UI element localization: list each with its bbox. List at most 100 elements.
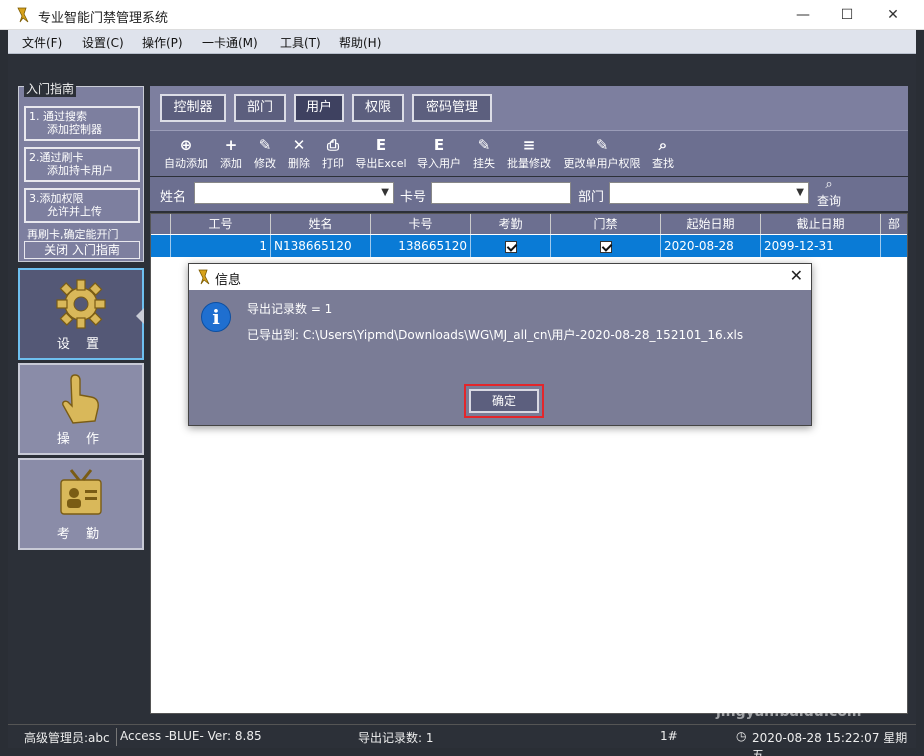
report-loss-icon: ✎ <box>477 136 491 154</box>
edit-button[interactable]: ✎ 修改 <box>250 135 280 175</box>
auto-add-icon: ⊕ <box>179 136 193 154</box>
print-label: 打印 <box>322 157 344 170</box>
import-user-icon: E <box>433 136 445 154</box>
menu-file[interactable]: 文件(F) <box>22 34 62 51</box>
dialog-close-button[interactable]: ✕ <box>790 266 803 285</box>
query-button[interactable]: ⌕ 查询 <box>812 178 846 210</box>
guide-step2-line2: 添加持卡用户 <box>47 164 113 177</box>
add-label: 添加 <box>220 157 242 170</box>
export-excel-icon: E <box>375 136 387 154</box>
status-bar: 高级管理员:abc Access -BLUE- Ver: 8.85 导出记录数:… <box>8 724 916 756</box>
menu-settings[interactable]: 设置(C) <box>82 34 124 51</box>
status-datetime: 2020-08-28 15:22:07 星期五 <box>752 731 908 756</box>
menu-bar: 文件(F) 设置(C) 操作(P) 一卡通(M) 工具(T) 帮助(H) <box>8 30 916 54</box>
tab-permissions[interactable]: 权限 <box>352 94 404 122</box>
guide-step3-line1: 3.添加权限 <box>29 192 84 205</box>
module-tabs: 控制器 部门 用户 权限 密码管理 <box>150 86 908 130</box>
access-checkbox[interactable] <box>599 240 612 253</box>
menu-tools[interactable]: 工具(T) <box>280 34 321 51</box>
change-user-permission-button[interactable]: ✎ 更改单用户权限 <box>560 135 644 175</box>
table-row[interactable]: 1 N138665120 138665120 2020-08-28 2099-1… <box>151 235 907 257</box>
user-permission-icon: ✎ <box>595 136 609 154</box>
status-export-info: 导出记录数: 1 <box>358 731 434 745</box>
find-button[interactable]: ⌕ 查找 <box>648 135 678 175</box>
pencil-icon: ✎ <box>258 136 272 154</box>
tab-password-management[interactable]: 密码管理 <box>412 94 492 122</box>
grid-header-start-date[interactable]: 起始日期 <box>661 214 761 234</box>
card-filter-input[interactable] <box>431 182 571 204</box>
cell-name: N138665120 <box>271 235 371 257</box>
grid-header-selector <box>151 214 171 234</box>
sidebar-attendance-button[interactable]: 考 勤 <box>18 458 144 550</box>
menu-operate[interactable]: 操作(P) <box>142 34 183 51</box>
guide-step1-line2: 添加控制器 <box>47 123 102 136</box>
chevron-down-icon[interactable]: ▼ <box>381 183 389 203</box>
report-loss-button[interactable]: ✎ 挂失 <box>468 135 500 175</box>
cell-start-date: 2020-08-28 <box>661 235 761 257</box>
minimize-button[interactable]: — <box>780 0 826 30</box>
clock-icon: ◷ <box>736 729 747 743</box>
sidebar-operate-button[interactable]: 操 作 <box>18 363 144 455</box>
delete-button[interactable]: ✕ 删除 <box>284 135 314 175</box>
change-user-permission-label: 更改单用户权限 <box>563 157 641 170</box>
report-loss-label: 挂失 <box>473 157 495 170</box>
auto-add-button[interactable]: ⊕ 自动添加 <box>162 135 210 175</box>
batch-edit-icon: ≡ <box>522 136 536 154</box>
find-label: 查找 <box>652 157 674 170</box>
watermark-logo: Baidu经验 <box>708 674 844 704</box>
grid-header-id[interactable]: 工号 <box>171 214 271 234</box>
menu-help[interactable]: 帮助(H) <box>339 34 381 51</box>
window-title: 专业智能门禁管理系统 <box>38 11 169 26</box>
status-port: 1# <box>660 729 678 743</box>
maximize-button[interactable]: ☐ <box>824 0 870 30</box>
row-selector[interactable] <box>151 235 171 257</box>
tab-users[interactable]: 用户 <box>294 94 344 122</box>
watermark-url: jingyan.baidu.com <box>716 704 862 720</box>
name-filter-label: 姓名 <box>160 190 187 205</box>
guide-step-add-permission[interactable]: 3.添加权限 允许并上传 <box>24 188 140 223</box>
dialog-title: 信息 <box>215 273 242 288</box>
tab-controllers[interactable]: 控制器 <box>160 94 226 122</box>
dept-filter-combobox[interactable]: ▼ <box>609 182 809 204</box>
search-icon: ⌕ <box>658 136 668 154</box>
search-icon: ⌕ <box>825 177 833 192</box>
name-filter-combobox[interactable]: ▼ <box>194 182 394 204</box>
add-button[interactable]: + 添加 <box>216 135 246 175</box>
sidebar-settings-button[interactable]: 设 置 <box>18 268 144 360</box>
chevron-down-icon[interactable]: ▼ <box>796 183 804 203</box>
grid-header-attendance[interactable]: 考勤 <box>471 214 551 234</box>
cell-id: 1 <box>171 235 271 257</box>
grid-header-name[interactable]: 姓名 <box>271 214 371 234</box>
guide-step-search-controller[interactable]: 1. 通过搜索 添加控制器 <box>24 106 140 141</box>
delete-x-icon: ✕ <box>292 136 306 154</box>
sidebar-operate-label: 操 作 <box>56 432 106 447</box>
export-excel-button[interactable]: E 导出Excel <box>354 135 408 175</box>
status-version: Access -BLUE- Ver: 8.85 <box>120 729 262 743</box>
query-label: 查询 <box>816 194 841 208</box>
guide-note: 再刷卡,确定能开门 <box>27 228 119 241</box>
dept-filter-label: 部门 <box>578 190 605 205</box>
cell-card: 138665120 <box>371 235 471 257</box>
export-excel-label: 导出Excel <box>355 157 407 170</box>
gear-icon <box>56 279 106 329</box>
info-icon: i <box>201 302 231 332</box>
import-user-button[interactable]: E 导入用户 <box>414 135 464 175</box>
grid-header-access[interactable]: 门禁 <box>551 214 661 234</box>
grid-header-card[interactable]: 卡号 <box>371 214 471 234</box>
guide-step-add-card-user[interactable]: 2.通过刷卡 添加持卡用户 <box>24 147 140 182</box>
batch-edit-button[interactable]: ≡ 批量修改 <box>504 135 554 175</box>
attendance-checkbox[interactable] <box>504 240 517 253</box>
search-bar: 姓名 ▼ 卡号 部门 ▼ <box>150 177 908 211</box>
guide-step2-line1: 2.通过刷卡 <box>29 151 84 164</box>
status-user: 高级管理员:abc <box>24 731 110 745</box>
close-window-button[interactable]: ✕ <box>870 0 916 30</box>
grid-header-end-date[interactable]: 截止日期 <box>761 214 881 234</box>
close-guide-button[interactable]: 关闭 入门指南 <box>24 241 140 259</box>
tab-departments[interactable]: 部门 <box>234 94 286 122</box>
ok-button[interactable]: 确定 <box>469 389 539 413</box>
grid-header-dept[interactable]: 部 <box>881 214 907 234</box>
auto-add-label: 自动添加 <box>164 157 208 170</box>
menu-card[interactable]: 一卡通(M) <box>202 34 258 51</box>
guide-legend: 入门指南 <box>24 80 77 97</box>
print-button[interactable]: ⎙ 打印 <box>318 135 348 175</box>
